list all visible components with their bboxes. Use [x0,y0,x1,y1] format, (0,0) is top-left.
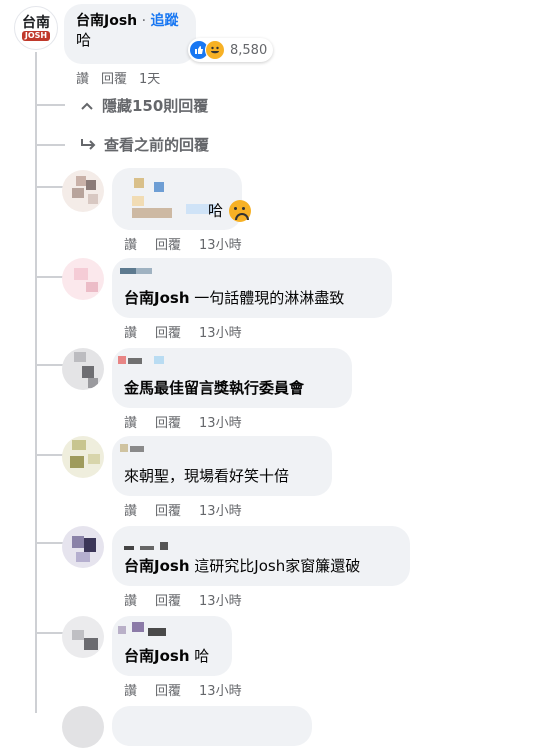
timestamp[interactable]: 13小時 [199,412,242,431]
reply-bubble: 台南Josh 這研究比Josh家窗簾還破 [112,526,410,586]
blurred-author[interactable] [120,268,160,278]
avatar[interactable] [62,258,104,300]
avatar[interactable] [62,348,104,390]
like-button[interactable]: 讚 [124,500,137,519]
reply-actions: 讚 回覆 13小時 [124,234,242,253]
hide-replies-button[interactable]: 隱藏150則回覆 [80,95,208,116]
blurred-author[interactable] [124,542,174,556]
reply-actions: 讚 回覆 13小時 [124,412,242,431]
reaction-count: 8,580 [230,42,268,58]
comment-text: 哈 [76,31,92,49]
thread-connector [35,364,63,366]
reply-text: 來朝聖，現場看好笑十倍 [124,466,289,486]
thread-connector [35,542,63,544]
separator: · [137,13,151,29]
reaction-summary[interactable]: 8,580 [188,38,274,62]
thread-connector [35,276,63,278]
timestamp[interactable]: 13小時 [199,680,242,699]
mention-tag[interactable]: 台南Josh [124,647,190,665]
logo-text: 台南 [22,14,50,31]
blurred-author[interactable] [118,356,168,366]
like-button[interactable]: 讚 [124,680,137,699]
reply-actions: 讚 回覆 13小時 [124,500,242,519]
thread-connector [35,632,63,634]
reply-text: 台南Josh 哈 [124,646,209,666]
reply-bubble: 金馬最佳留言獎執行委員會 [112,348,352,408]
reply-button[interactable]: 回覆 [155,680,181,699]
reply-button[interactable]: 回覆 [155,322,181,341]
timestamp[interactable]: 1天 [139,68,160,87]
view-previous-button[interactable]: 查看之前的回覆 [80,134,209,155]
reply-button[interactable]: 回覆 [155,234,181,253]
avatar[interactable] [62,616,104,658]
avatar[interactable] [62,170,104,212]
avatar[interactable] [62,436,104,478]
comment-bubble: 台南Josh · 追蹤 哈 [64,4,196,64]
reply-button[interactable]: 回覆 [101,68,127,87]
like-button[interactable]: 讚 [124,590,137,609]
comment-header: 台南Josh · 追蹤 [76,12,184,30]
reply-text: 台南Josh 一句話體現的淋淋盡致 [124,288,344,308]
blurred-author[interactable] [120,444,150,454]
reply-text-content: 這研究比Josh家窗簾還破 [194,557,361,575]
reply-bubble: 來朝聖，現場看好笑十倍 [112,436,332,496]
follow-link[interactable]: 追蹤 [151,13,179,29]
reply-button[interactable]: 回覆 [155,412,181,431]
mention-tag[interactable]: 台南Josh [124,557,190,575]
reply-text-content: 哈 [208,201,224,220]
reply-bubble: 台南Josh 哈 [112,616,232,676]
like-button[interactable]: 讚 [124,322,137,341]
avatar[interactable]: 台南 JOSH [14,6,58,50]
timestamp[interactable]: 13小時 [199,322,242,341]
reply-bubble [112,706,312,746]
reply-bubble: 台南Josh 一句話體現的淋淋盡致 [112,258,392,318]
timestamp[interactable]: 13小時 [199,234,242,253]
reply-actions: 讚 回覆 13小時 [124,590,242,609]
thread-line [35,52,37,713]
reply-text: 哈 [208,200,252,222]
like-button[interactable]: 讚 [124,234,137,253]
reply-bubble: 哈 [112,168,252,230]
timestamp[interactable]: 13小時 [199,590,242,609]
chevron-up-icon [81,102,93,110]
reply-text: 金馬最佳留言獎執行委員會 [124,378,304,398]
reply-button[interactable]: 回覆 [155,590,181,609]
thread-connector [35,186,63,188]
reply-text: 台南Josh 這研究比Josh家窗簾還破 [124,556,360,576]
blurred-author[interactable] [124,178,216,214]
avatar[interactable] [62,706,104,748]
reply-actions: 讚 回覆 13小時 [124,680,242,699]
logo-text: JOSH [21,30,51,41]
reply-text-content: 哈 [194,647,210,665]
reply-arrow-icon [81,138,96,150]
hide-replies-label: 隱藏150則回覆 [102,97,209,115]
sad-emoji-icon [229,200,252,222]
comment-actions: 讚 回覆 1天 [76,68,160,87]
mention-tag[interactable]: 台南Josh [124,289,190,307]
haha-icon [205,40,225,60]
like-button[interactable]: 讚 [124,412,137,431]
thread-connector [35,104,65,106]
reply-actions: 讚 回覆 13小時 [124,322,242,341]
thread-connector [35,454,63,456]
timestamp[interactable]: 13小時 [199,500,242,519]
reply-button[interactable]: 回覆 [155,500,181,519]
blurred-author[interactable] [118,622,178,636]
view-previous-label: 查看之前的回覆 [104,136,210,154]
thread-connector [35,144,65,146]
avatar[interactable] [62,526,104,568]
reply-text-content: 金馬最佳留言獎執行委員會 [124,379,305,397]
reply-text-content: 來朝聖，現場看好笑十倍 [124,467,290,485]
like-button[interactable]: 讚 [76,68,89,87]
reply-text-content: 一句話體現的淋淋盡致 [194,289,345,307]
author-name[interactable]: 台南Josh [76,13,137,29]
